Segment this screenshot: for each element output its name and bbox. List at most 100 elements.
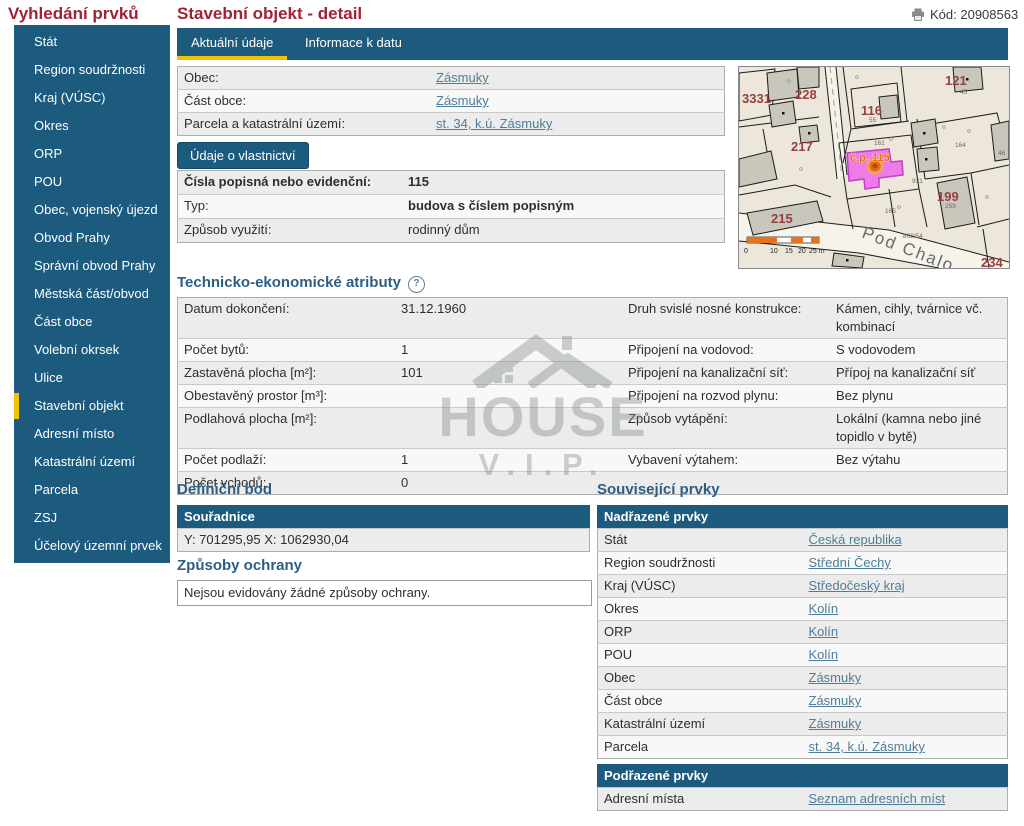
table-row: Parcela st. 34, k.ú. Zásmuky — [598, 736, 1008, 759]
obec-link[interactable]: Zásmuky — [809, 670, 862, 685]
okres-link[interactable]: Kolín — [809, 601, 839, 616]
kraj-link[interactable]: Středočeský kraj — [809, 578, 905, 593]
sidebar-item-mestska-cast[interactable]: Městská část/obvod — [14, 280, 170, 308]
row-label: Obestavěný prostor [m³]: — [178, 385, 396, 408]
region-link[interactable]: Střední Čechy — [809, 555, 891, 570]
tab-informace-k-datu[interactable]: Informace k datu — [291, 28, 416, 60]
table-row: Podlahová plocha [m²]: Způsob vytápění: … — [178, 408, 1008, 449]
ownership-data-button[interactable]: Údaje o vlastnictví — [177, 142, 309, 169]
row-value: Seznam adresních míst — [803, 788, 1008, 811]
tab-aktualni-udaje[interactable]: Aktuální údaje — [177, 28, 287, 60]
row-value: Středočeský kraj — [803, 575, 1008, 598]
sidebar-item-obvod-prahy[interactable]: Obvod Prahy — [14, 224, 170, 252]
map-parcel-number: 199 — [937, 189, 959, 204]
row-label: Parcela — [598, 736, 803, 759]
cast-obce-link[interactable]: Zásmuky — [436, 93, 489, 108]
orp-link[interactable]: Kolín — [809, 624, 839, 639]
sidebar-item-ulice[interactable]: Ulice — [14, 364, 170, 392]
map-parcel-number: 165 — [885, 208, 896, 215]
map-parcel-number: 45 — [960, 89, 968, 96]
table-row: Část obce Zásmuky — [598, 690, 1008, 713]
map-parcel-number: 3331 — [742, 91, 771, 106]
attributes-heading-text: Technicko-ekonomické atributy — [177, 274, 401, 291]
sidebar-item-volebni-okrsek[interactable]: Volební okrsek — [14, 336, 170, 364]
cadastral-map[interactable]: 3331 228 217 116 121 199 215 234 164 45 … — [738, 66, 1010, 269]
highlight-label: č.p. 115 — [850, 152, 890, 164]
location-table: Obec: Zásmuky Část obce: Zásmuky Parcela… — [177, 66, 725, 136]
map-parcel-number: 46 — [998, 150, 1006, 157]
row-label: Způsob vytápění: — [622, 408, 830, 449]
map-parcel-number: 161 — [874, 140, 885, 147]
related-elements-heading: Související prvky — [597, 481, 720, 498]
row-value: 0 — [395, 472, 622, 495]
sidebar-item-ucelovy-uzemni-prvek[interactable]: Účelový územní prvek — [14, 532, 170, 560]
table-row: Region soudržnosti Střední Čechy — [598, 552, 1008, 575]
row-value: Kolín — [803, 621, 1008, 644]
sidebar-item-parcela[interactable]: Parcela — [14, 476, 170, 504]
sidebar-item-okres[interactable]: Okres — [14, 112, 170, 140]
coordinates-table: Souřadnice Y: 701295,95 X: 1062930,04 — [177, 505, 590, 552]
sidebar-title: Vyhledání prvků — [8, 4, 139, 24]
sidebar-item-stavebni-objekt[interactable]: Stavební objekt — [14, 392, 170, 420]
sidebar-item-obec[interactable]: Obec, vojenský újezd — [14, 196, 170, 224]
sidebar-item-spravni-obvod-prahy[interactable]: Správní obvod Prahy — [14, 252, 170, 280]
katastralni-uzemi-link[interactable]: Zásmuky — [809, 716, 862, 731]
cast-obce-link[interactable]: Zásmuky — [809, 693, 862, 708]
row-label: Čísla popisná nebo evidenční: — [178, 171, 403, 195]
sidebar-item-orp[interactable]: ORP — [14, 140, 170, 168]
table-row: Kraj (VÚSC) Středočeský kraj — [598, 575, 1008, 598]
sidebar-item-zsj[interactable]: ZSJ — [14, 504, 170, 532]
row-value: Česká republika — [803, 529, 1008, 552]
table-row: Parcela a katastrální území: st. 34, k.ú… — [178, 113, 725, 136]
table-row: POU Kolín — [598, 644, 1008, 667]
coordinates-value: Y: 701295,95 X: 1062930,04 — [178, 529, 590, 552]
map-parcel-number: 215 — [771, 211, 793, 226]
row-value — [830, 472, 1008, 495]
table-row: Katastrální území Zásmuky — [598, 713, 1008, 736]
child-elements-header: Podřazené prvky — [598, 765, 1008, 788]
row-value: Bez plynu — [830, 385, 1008, 408]
map-parcel-number: 259 — [945, 203, 956, 210]
parcela-link[interactable]: st. 34, k.ú. Zásmuky — [436, 116, 552, 131]
pou-link[interactable]: Kolín — [809, 647, 839, 662]
sidebar-item-pou[interactable]: POU — [14, 168, 170, 196]
table-row: Adresní místa Seznam adresních míst — [598, 788, 1008, 811]
table-row: Obec Zásmuky — [598, 667, 1008, 690]
row-label: Část obce: — [178, 90, 431, 113]
scale-tick: 20 — [798, 248, 806, 255]
row-value: 101 — [395, 362, 622, 385]
row-value: rodinný dům — [402, 219, 725, 243]
table-row: Stát Česká republika — [598, 529, 1008, 552]
address-list-link[interactable]: Seznam adresních míst — [809, 791, 946, 806]
sidebar-item-stat[interactable]: Stát — [14, 28, 170, 56]
sidebar-item-kraj[interactable]: Kraj (VÚSC) — [14, 84, 170, 112]
table-row: Část obce: Zásmuky — [178, 90, 725, 113]
info-icon[interactable]: ? — [408, 276, 425, 293]
sidebar-item-cast-obce[interactable]: Část obce — [14, 308, 170, 336]
map-parcel-number: 55 — [869, 117, 877, 124]
row-label: Připojení na rozvod plynu: — [622, 385, 830, 408]
row-label: Způsob využití: — [178, 219, 403, 243]
table-row: ORP Kolín — [598, 621, 1008, 644]
printer-icon[interactable] — [911, 8, 925, 24]
row-label: Část obce — [598, 690, 803, 713]
row-label: Vybavení výtahem: — [622, 449, 830, 472]
row-label: Připojení na vodovod: — [622, 339, 830, 362]
protection-heading: Způsoby ochrany — [177, 557, 302, 574]
scale-tick: 0 — [744, 248, 748, 255]
map-parcel-number: 121 — [945, 73, 967, 88]
sidebar-item-adresni-misto[interactable]: Adresní místo — [14, 420, 170, 448]
table-row: Typ: budova s číslem popisným — [178, 195, 725, 219]
row-value: 1 — [395, 449, 622, 472]
row-value: Kámen, cihly, tvárnice vč. kombinací — [830, 298, 1008, 339]
map-parcel-number: 116 — [861, 103, 882, 118]
table-row: Datum dokončení: 31.12.1960 Druh svislé … — [178, 298, 1008, 339]
table-row: Okres Kolín — [598, 598, 1008, 621]
parcela-link[interactable]: st. 34, k.ú. Zásmuky — [809, 739, 925, 754]
row-value: Zásmuky — [430, 67, 725, 90]
stat-link[interactable]: Česká republika — [809, 532, 902, 547]
sidebar-item-katastralni-uzemi[interactable]: Katastrální území — [14, 448, 170, 476]
row-value: 1 — [395, 339, 622, 362]
obec-link[interactable]: Zásmuky — [436, 70, 489, 85]
sidebar-item-region-soudrznosti[interactable]: Region soudržnosti — [14, 56, 170, 84]
